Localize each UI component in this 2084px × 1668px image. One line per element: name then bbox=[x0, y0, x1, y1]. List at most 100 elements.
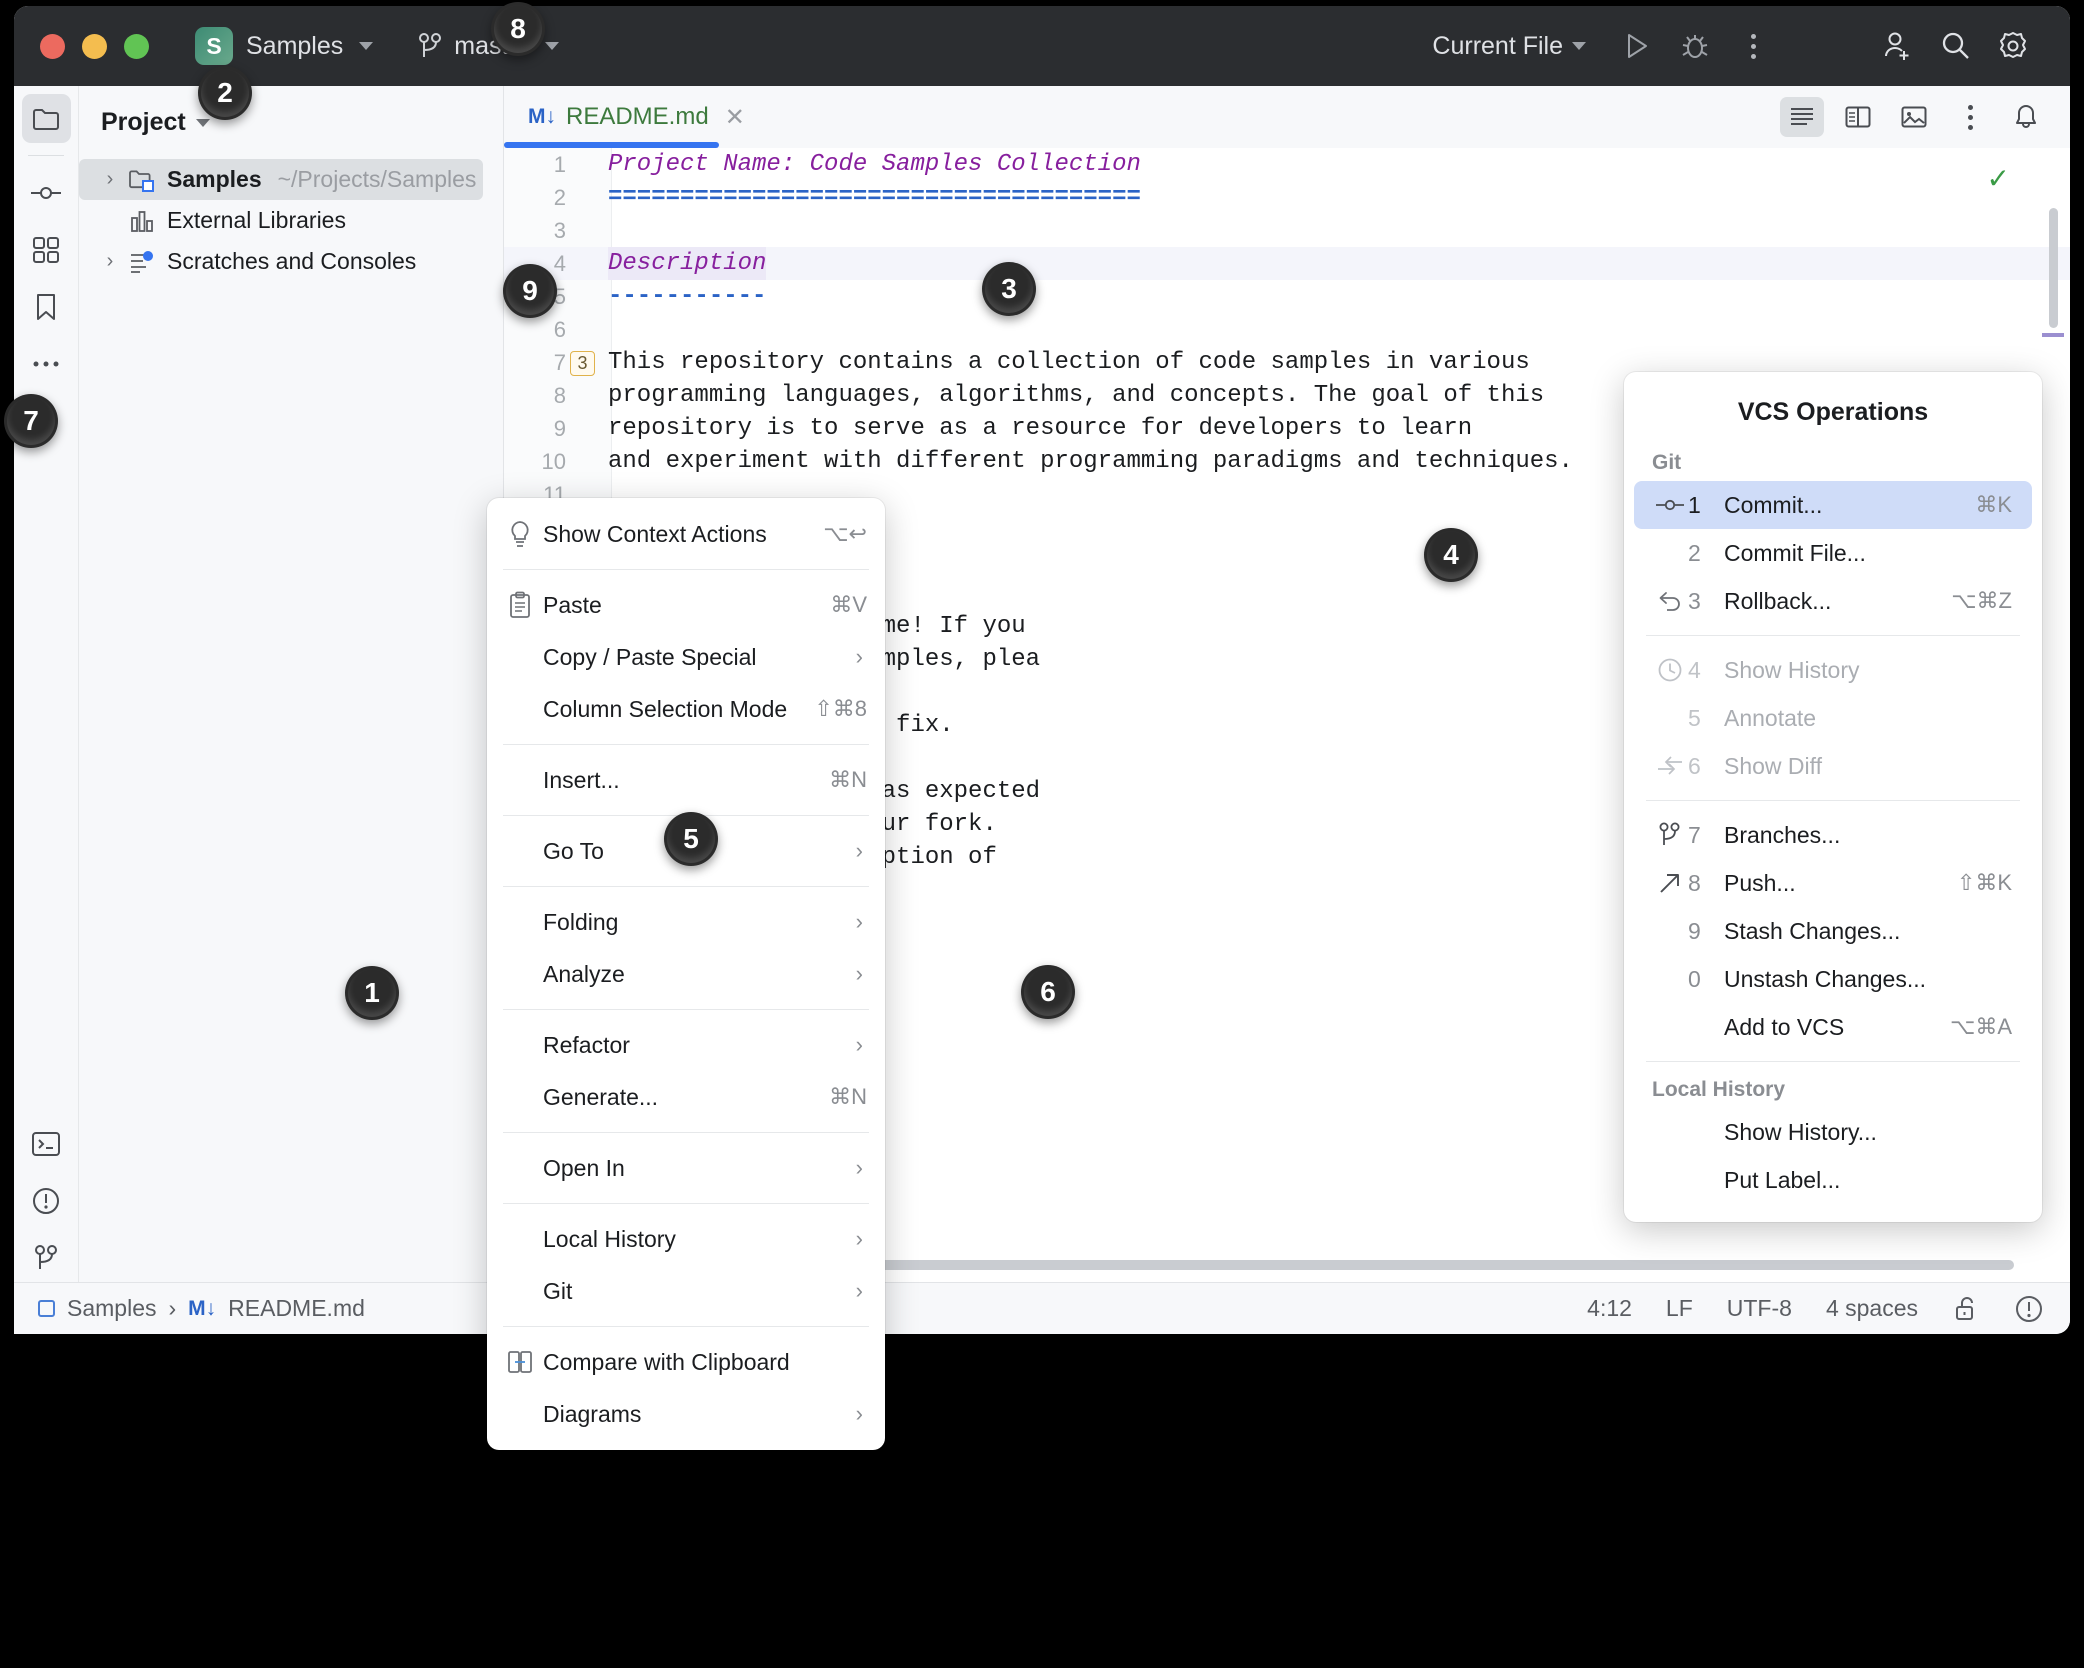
debug-button[interactable] bbox=[1666, 17, 1724, 75]
menu-item-open-in[interactable]: Open In › bbox=[487, 1142, 885, 1194]
vcs-item-stash-changes[interactable]: 9 Stash Changes... bbox=[1634, 907, 2032, 955]
line-separator[interactable]: LF bbox=[1666, 1295, 1693, 1322]
vcs-item-mnemonic: 5 bbox=[1688, 704, 1701, 731]
run-button[interactable] bbox=[1608, 17, 1666, 75]
rail-item-terminal[interactable] bbox=[22, 1119, 71, 1168]
expand-arrow-icon[interactable]: › bbox=[97, 168, 123, 191]
menu-item-generate[interactable]: Generate... ⌘N bbox=[487, 1071, 885, 1123]
rail-item-more[interactable] bbox=[22, 339, 71, 388]
title-bar-actions: Current File bbox=[1432, 6, 2042, 86]
vcs-item-annotate: 5 Annotate bbox=[1634, 694, 2032, 742]
editor-context-menu[interactable]: Show Context Actions ⌥↩ Paste ⌘V Copy / Past… bbox=[487, 498, 885, 1450]
chevron-down-icon bbox=[544, 42, 559, 50]
rail-item-bookmarks[interactable] bbox=[22, 282, 71, 331]
vcs-item-branches[interactable]: 7 Branches... bbox=[1634, 811, 2032, 859]
code-line[interactable]: 3 bbox=[504, 214, 2070, 247]
vcs-item-push[interactable]: 8 Push... ⇧⌘K bbox=[1634, 859, 2032, 907]
vcs-item-show-diff: 6 Show Diff bbox=[1634, 742, 2032, 790]
menu-item-label: Paste bbox=[543, 591, 602, 618]
editor-tab-label: README.md bbox=[566, 103, 709, 130]
menu-item-paste[interactable]: Paste ⌘V bbox=[487, 579, 885, 631]
code-line[interactable]: 6 bbox=[504, 313, 2070, 346]
maximize-window-button[interactable] bbox=[124, 33, 149, 59]
notifications-button[interactable] bbox=[2004, 97, 2048, 137]
vcs-item-label: Annotate bbox=[1724, 704, 1817, 731]
menu-item-shortcut: ⌥↩ bbox=[823, 521, 867, 546]
add-user-button[interactable] bbox=[1868, 17, 1926, 75]
menu-item-local-history[interactable]: Local History › bbox=[487, 1213, 885, 1265]
editor-tab-readme[interactable]: M↓ README.md ✕ bbox=[504, 86, 765, 148]
vcs-item-commit[interactable]: 1 Commit... ⌘K bbox=[1634, 481, 2032, 529]
search-button[interactable] bbox=[1926, 17, 1984, 75]
settings-button[interactable] bbox=[1984, 17, 2042, 75]
vcs-item-shortcut: ⌥⌘A bbox=[1949, 1014, 2012, 1039]
menu-item-compare-with-clipboard[interactable]: Compare with Clipboard bbox=[487, 1336, 885, 1388]
indent-setting[interactable]: 4 spaces bbox=[1826, 1295, 1918, 1322]
run-configuration-selector[interactable]: Current File bbox=[1432, 32, 1586, 61]
file-encoding[interactable]: UTF-8 bbox=[1727, 1295, 1792, 1322]
vcs-item-rollback[interactable]: 3 Rollback... ⌥⌘Z bbox=[1634, 577, 2032, 625]
menu-item-show-context-actions[interactable]: Show Context Actions ⌥↩ bbox=[487, 508, 885, 560]
menu-item-folding[interactable]: Folding › bbox=[487, 896, 885, 948]
rail-item-structure[interactable] bbox=[22, 225, 71, 274]
breadcrumb-project[interactable]: Samples bbox=[67, 1295, 156, 1322]
minimize-window-button[interactable] bbox=[82, 33, 107, 59]
chevron-right-icon: › bbox=[855, 1401, 863, 1426]
breadcrumb-file[interactable]: README.md bbox=[228, 1295, 365, 1322]
lock-open-icon[interactable] bbox=[1952, 1295, 1980, 1323]
close-window-button[interactable] bbox=[40, 33, 65, 59]
rail-item-commit[interactable] bbox=[22, 168, 71, 217]
more-actions-button[interactable] bbox=[1724, 17, 1782, 75]
tool-window-rail bbox=[14, 86, 79, 1334]
editor-more-button[interactable] bbox=[1948, 97, 1992, 137]
tree-node-samples[interactable]: › Samples ~/Projects/Samples bbox=[79, 159, 483, 200]
fold-indicator[interactable]: 3 bbox=[570, 351, 595, 376]
view-source-button[interactable] bbox=[1780, 97, 1824, 137]
vcs-divider bbox=[1646, 1061, 2020, 1062]
commit-icon bbox=[1652, 495, 1688, 515]
vcs-operations-popup[interactable]: VCS Operations Git 1 Commit... ⌘K 2 Commit F… bbox=[1624, 372, 2042, 1222]
menu-item-copy-paste-special[interactable]: Copy / Paste Special › bbox=[487, 631, 885, 683]
preview-button[interactable] bbox=[1892, 97, 1936, 137]
vertical-scrollbar[interactable] bbox=[2049, 208, 2058, 328]
menu-item-label: Go To bbox=[543, 837, 604, 864]
menu-item-column-selection-mode[interactable]: Column Selection Mode ⇧⌘8 bbox=[487, 683, 885, 735]
vcs-item-show-history[interactable]: Show History... bbox=[1634, 1108, 2032, 1156]
vcs-item-add-to-vcs[interactable]: Add to VCS ⌥⌘A bbox=[1634, 1003, 2032, 1051]
code-text: ----------- bbox=[608, 283, 767, 310]
warning-icon[interactable] bbox=[2014, 1294, 2044, 1324]
close-icon[interactable]: ✕ bbox=[725, 103, 745, 132]
vcs-item-mnemonic: 8 bbox=[1688, 869, 1701, 896]
vcs-item-mnemonic: 9 bbox=[1688, 917, 1701, 944]
tree-node-external-libraries[interactable]: › External Libraries bbox=[79, 200, 503, 241]
vcs-item-commit-file[interactable]: 2 Commit File... bbox=[1634, 529, 2032, 577]
menu-item-git[interactable]: Git › bbox=[487, 1265, 885, 1317]
vcs-item-put-label[interactable]: Put Label... bbox=[1634, 1156, 2032, 1204]
rail-item-project[interactable] bbox=[21, 94, 71, 143]
branch-icon bbox=[417, 31, 443, 61]
code-line[interactable]: 2 ===================================== bbox=[504, 181, 2070, 214]
vcs-group-git: Git bbox=[1652, 451, 1682, 474]
code-line[interactable]: 1 Project Name: Code Samples Collection bbox=[504, 148, 2070, 181]
menu-item-label: Refactor bbox=[543, 1031, 630, 1058]
code-line[interactable]: 4 Description bbox=[504, 247, 2070, 280]
menu-item-insert[interactable]: Insert... ⌘N bbox=[487, 754, 885, 806]
menu-item-analyze[interactable]: Analyze › bbox=[487, 948, 885, 1000]
split-view-button[interactable] bbox=[1836, 97, 1880, 137]
code-line[interactable]: 5 ----------- bbox=[504, 280, 2070, 313]
menu-item-diagrams[interactable]: Diagrams › bbox=[487, 1388, 885, 1440]
menu-item-refactor[interactable]: Refactor › bbox=[487, 1019, 885, 1071]
rail-item-problems[interactable] bbox=[22, 1176, 71, 1225]
vcs-item-unstash-changes[interactable]: 0 Unstash Changes... bbox=[1634, 955, 2032, 1003]
tree-node-scratches[interactable]: › Scratches and Consoles bbox=[79, 241, 503, 282]
project-selector[interactable]: S Samples bbox=[195, 27, 374, 65]
expand-arrow-icon[interactable]: › bbox=[97, 250, 123, 273]
callout-badge-3: 3 bbox=[982, 262, 1036, 316]
menu-item-shortcut: ⌘V bbox=[830, 592, 867, 617]
vcs-item-label: Commit... bbox=[1724, 491, 1823, 518]
project-panel-header[interactable]: Project bbox=[79, 86, 503, 137]
rail-item-version-control[interactable] bbox=[22, 1233, 71, 1282]
caret-position[interactable]: 4:12 bbox=[1587, 1295, 1632, 1322]
tree-node-label: Scratches and Consoles bbox=[167, 248, 417, 274]
menu-item-label: Copy / Paste Special bbox=[543, 643, 757, 670]
